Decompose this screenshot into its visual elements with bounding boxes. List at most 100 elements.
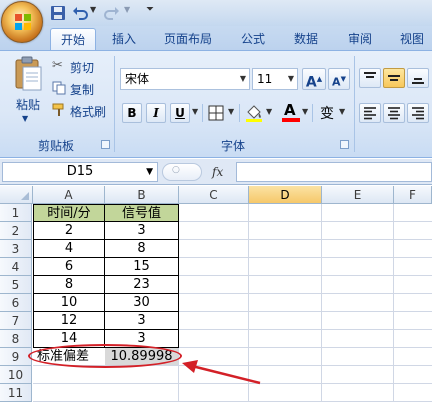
undo-dropdown-icon[interactable]: ▼ (90, 5, 96, 14)
column-header-d[interactable]: D (249, 186, 322, 204)
tab-insert[interactable]: 插入 (104, 28, 144, 50)
copy-icon (52, 81, 66, 95)
cell-b5[interactable]: 23 (105, 276, 179, 294)
cell-a3[interactable]: 4 (33, 240, 105, 258)
row-header[interactable]: 9 (0, 348, 32, 366)
cell-a1[interactable]: 时间/分 (33, 204, 105, 222)
align-top-button[interactable] (359, 68, 381, 88)
formula-input[interactable] (236, 162, 432, 182)
row-header[interactable]: 7 (0, 312, 32, 330)
tab-page-layout[interactable]: 页面布局 (156, 28, 220, 50)
font-color-dropdown-icon[interactable]: ▼ (302, 107, 308, 116)
tab-view[interactable]: 视图 (392, 28, 432, 50)
column-header-c[interactable]: C (179, 186, 249, 204)
cell-a7[interactable]: 12 (33, 312, 105, 330)
column-header-b[interactable]: B (105, 186, 179, 204)
format-painter-label: 格式刷 (70, 105, 107, 119)
column-header-f[interactable]: F (394, 186, 432, 204)
align-bottom-icon (412, 78, 424, 84)
font-name-value: 宋体 (125, 72, 150, 86)
chevron-down-icon[interactable]: ▼ (285, 69, 297, 89)
column-header-e[interactable]: E (322, 186, 394, 204)
cell-a4[interactable]: 6 (33, 258, 105, 276)
office-button-icon (15, 14, 31, 30)
select-all-icon (21, 192, 29, 200)
align-right-icon (412, 107, 424, 120)
redo-dropdown-icon[interactable]: ▼ (124, 5, 130, 14)
align-left-icon (364, 107, 376, 120)
align-right-button[interactable] (407, 103, 429, 123)
tab-formulas[interactable]: 公式 (232, 28, 274, 50)
font-color-icon: A (284, 101, 296, 119)
row-header[interactable]: 3 (0, 240, 32, 258)
separator (202, 104, 203, 122)
tab-review[interactable]: 审阅 (338, 28, 382, 50)
cell-b1[interactable]: 信号值 (105, 204, 179, 222)
paste-button[interactable]: 粘贴 ▼ (8, 56, 48, 132)
borders-icon[interactable] (207, 104, 225, 122)
row-header[interactable]: 1 (0, 204, 32, 222)
font-dialog-launcher[interactable] (340, 140, 349, 149)
redo-icon[interactable] (104, 5, 120, 21)
cut-label: 剪切 (70, 61, 95, 75)
cell-a5[interactable]: 8 (33, 276, 105, 294)
fill-color-icon[interactable] (244, 103, 264, 123)
select-all-button[interactable] (0, 186, 33, 204)
insert-function-button[interactable]: fx (212, 163, 232, 181)
undo-icon[interactable] (72, 5, 88, 21)
align-middle-button[interactable] (383, 68, 405, 88)
phonetic-dropdown-icon[interactable]: ▼ (339, 107, 345, 116)
separator (312, 104, 313, 122)
row-header[interactable]: 5 (0, 276, 32, 294)
name-box[interactable]: D15 ▼ (2, 162, 158, 182)
bold-button[interactable]: B (122, 103, 142, 123)
align-bottom-button[interactable] (407, 68, 429, 88)
column-header-a[interactable]: A (33, 186, 105, 204)
row-header[interactable]: 11 (0, 384, 32, 402)
tab-data[interactable]: 数据 (284, 28, 328, 50)
cell-b3[interactable]: 8 (105, 240, 179, 258)
grow-font-button[interactable]: A▲ (302, 68, 326, 91)
save-icon[interactable] (50, 5, 66, 21)
fill-color-dropdown-icon[interactable]: ▼ (266, 107, 272, 116)
tab-home[interactable]: 开始 (50, 28, 96, 50)
chevron-down-icon[interactable]: ▼ (237, 69, 249, 89)
row-header[interactable]: 8 (0, 330, 32, 348)
cancel-icon[interactable]: ○ (172, 165, 180, 175)
phonetic-guide-button[interactable]: 变 (316, 103, 338, 125)
formula-buttons: ○ (162, 163, 202, 181)
align-center-button[interactable] (383, 103, 405, 123)
cell-b7[interactable]: 3 (105, 312, 179, 330)
row-header[interactable]: 2 (0, 222, 32, 240)
font-size-combo[interactable]: 11 ▼ (252, 68, 298, 90)
paste-label: 粘贴 (15, 98, 40, 112)
italic-button[interactable]: I (146, 103, 166, 123)
shrink-font-label: A (332, 75, 341, 89)
align-top-icon (364, 72, 376, 78)
shrink-font-button[interactable]: A▼ (328, 68, 350, 90)
align-left-button[interactable] (359, 103, 381, 123)
office-button[interactable] (1, 1, 43, 43)
clipboard-group-label: 剪贴板 (37, 139, 74, 153)
row-header[interactable]: 10 (0, 366, 32, 384)
paste-dropdown-icon: ▼ (22, 114, 29, 123)
cut-icon: ✂ (52, 58, 63, 73)
font-color-button[interactable]: A (280, 101, 302, 123)
font-size-value: 11 (257, 72, 273, 86)
underline-dropdown-icon[interactable]: ▼ (192, 107, 198, 116)
cell-b2[interactable]: 3 (105, 222, 179, 240)
font-name-combo[interactable]: 宋体 ▼ (120, 68, 250, 90)
align-middle-icon (388, 75, 400, 81)
cell-b6[interactable]: 30 (105, 294, 179, 312)
row-header[interactable]: 6 (0, 294, 32, 312)
cell-b4[interactable]: 15 (105, 258, 179, 276)
grow-font-label: A (305, 74, 317, 91)
customize-icon[interactable]: ⏷ (146, 4, 154, 15)
underline-button[interactable]: U (170, 103, 190, 123)
borders-dropdown-icon[interactable]: ▼ (228, 107, 234, 116)
cell-a6[interactable]: 10 (33, 294, 105, 312)
clipboard-dialog-launcher[interactable] (101, 140, 110, 149)
cell-a2[interactable]: 2 (33, 222, 105, 240)
row-header[interactable]: 4 (0, 258, 32, 276)
chevron-down-icon[interactable]: ▼ (146, 163, 153, 181)
